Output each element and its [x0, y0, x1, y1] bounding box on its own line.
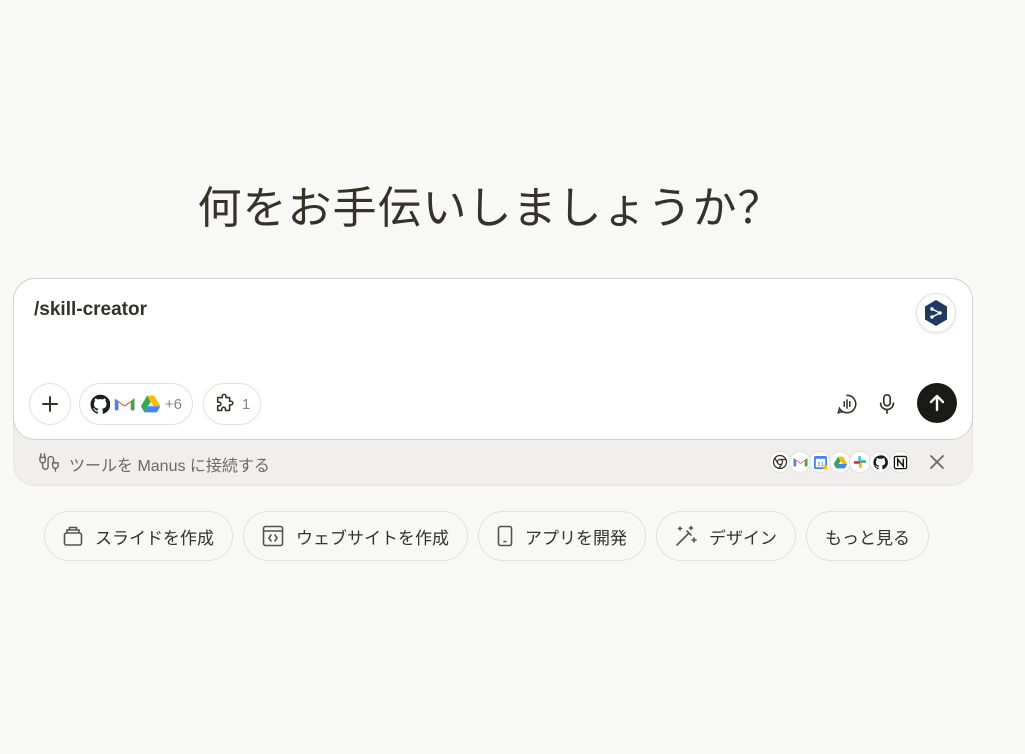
close-tools-bar-button[interactable] [926, 451, 948, 477]
gmail-icon [789, 451, 811, 473]
slack-icon [849, 451, 871, 473]
plugins-count: 1 [241, 395, 251, 413]
tool-logos: 31 [769, 451, 911, 473]
microphone-button[interactable] [870, 387, 904, 421]
microphone-icon [879, 394, 895, 414]
suggestion-label: もっと見る [825, 528, 910, 548]
plus-icon [42, 396, 58, 412]
notion-icon [889, 451, 911, 473]
svg-text:31: 31 [816, 461, 824, 467]
mobile-icon [497, 525, 513, 547]
chrome-icon [769, 451, 791, 473]
page-title: 何をお手伝いしましょうか？ [197, 183, 783, 234]
arrow-up-icon [929, 394, 945, 412]
suggestion-slides[interactable]: スライドを作成 [44, 511, 233, 561]
add-button[interactable] [29, 383, 71, 425]
send-button[interactable] [917, 383, 957, 423]
github-icon [869, 451, 891, 473]
google-calendar-icon: 31 [809, 451, 831, 473]
prompt-input[interactable]: /skill-creator [34, 299, 147, 321]
plug-icon [39, 453, 59, 472]
gmail-icon [115, 397, 135, 411]
suggestion-label: アプリを開発 [525, 528, 627, 548]
slides-icon [63, 526, 83, 546]
suggestion-website[interactable]: ウェブサイトを作成 [243, 511, 468, 561]
website-icon [262, 525, 284, 547]
suggestion-design[interactable]: デザイン [656, 511, 796, 561]
composer: /skill-creator +6 1 [13, 278, 973, 440]
google-drive-icon [140, 395, 160, 413]
voice-chat-icon [837, 394, 857, 414]
suggestion-app[interactable]: アプリを開発 [478, 511, 646, 561]
suggestion-label: スライドを作成 [95, 528, 214, 548]
github-icon [90, 394, 111, 414]
suggestion-chips: スライドを作成 ウェブサイトを作成 アプリを開発 デザイン もっと見る [44, 511, 929, 561]
close-icon [930, 455, 944, 469]
skill-hexagon-icon[interactable] [916, 293, 956, 333]
suggestion-more[interactable]: もっと見る [806, 511, 929, 561]
plugins-button[interactable]: 1 [203, 383, 261, 425]
connect-tools-bar[interactable]: ツールを Manus に接続する 31 [14, 440, 972, 484]
connectors-button[interactable]: +6 [79, 383, 193, 425]
voice-chat-button[interactable] [830, 387, 864, 421]
suggestion-label: ウェブサイトを作成 [296, 528, 449, 548]
connectors-extra-count: +6 [164, 395, 182, 413]
magic-wand-icon [676, 525, 697, 546]
puzzle-icon [216, 393, 234, 412]
composer-container: /skill-creator +6 1 ツールを Manus に接続する 31 [13, 278, 973, 486]
suggestion-label: デザイン [709, 528, 777, 548]
google-drive-icon [829, 451, 851, 473]
connect-tools-label: ツールを Manus に接続する [69, 458, 270, 475]
